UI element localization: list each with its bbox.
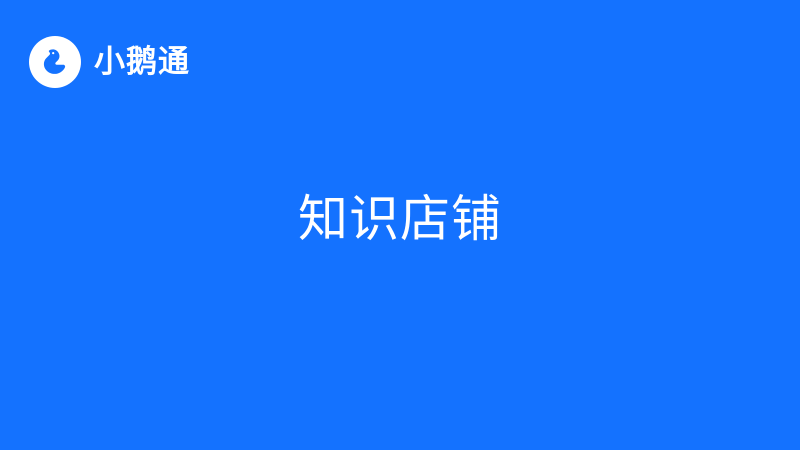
brand-name: 小鹅通: [94, 43, 190, 80]
goose-logo-icon: [29, 36, 81, 88]
brand-header: 小鹅通: [29, 36, 190, 88]
page-title: 知识店铺: [298, 190, 502, 248]
slide-canvas: 小鹅通 知识店铺: [0, 0, 800, 450]
